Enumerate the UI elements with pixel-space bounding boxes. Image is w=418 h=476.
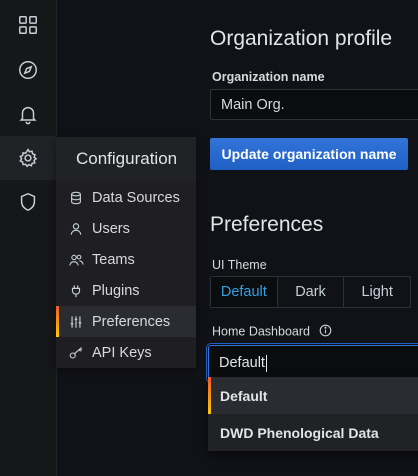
compass-icon bbox=[19, 61, 37, 79]
key-icon bbox=[68, 345, 84, 361]
dashboard-option-default[interactable]: Default bbox=[208, 377, 418, 414]
alerting-button[interactable] bbox=[0, 92, 56, 136]
organization-name-input[interactable]: Main Org. bbox=[210, 89, 418, 120]
home-dashboard-select[interactable]: Default bbox=[208, 345, 418, 381]
shield-icon bbox=[20, 192, 36, 212]
home-dashboard-label-row: Home Dashboard bbox=[212, 324, 332, 340]
menu-item-label: Plugins bbox=[92, 282, 140, 299]
info-icon[interactable] bbox=[319, 324, 332, 340]
organization-name-label: Organization name bbox=[212, 70, 325, 84]
main-content: Organization profile Organization name M… bbox=[197, 0, 418, 476]
server-admin-button[interactable] bbox=[0, 180, 56, 224]
organization-name-value: Main Org. bbox=[221, 96, 285, 113]
user-icon bbox=[68, 221, 84, 237]
ui-theme-label: UI Theme bbox=[212, 258, 267, 272]
dashboard-option-dwd-phenological-data[interactable]: DWD Phenological Data bbox=[208, 414, 418, 451]
app-root: Configuration Data Sources Users Teams P… bbox=[0, 0, 418, 476]
preferences-heading: Preferences bbox=[210, 213, 324, 236]
menu-item-label: Teams bbox=[92, 251, 135, 268]
ui-theme-selector: Default Dark Light bbox=[210, 276, 411, 308]
explore-button[interactable] bbox=[0, 48, 56, 92]
menu-item-label: API Keys bbox=[92, 344, 152, 361]
menu-item-api-keys[interactable]: API Keys bbox=[56, 337, 196, 368]
menu-item-preferences[interactable]: Preferences bbox=[56, 306, 196, 337]
menu-item-data-sources[interactable]: Data Sources bbox=[56, 182, 196, 213]
theme-option-dark[interactable]: Dark bbox=[278, 277, 345, 307]
configuration-flyout-menu: Configuration Data Sources Users Teams P… bbox=[56, 137, 196, 368]
bell-icon bbox=[19, 106, 37, 125]
theme-option-default[interactable]: Default bbox=[211, 277, 278, 307]
menu-item-label: Data Sources bbox=[92, 189, 180, 206]
home-dashboard-input-value: Default bbox=[219, 355, 265, 371]
dashboards-button[interactable] bbox=[0, 3, 56, 47]
menu-item-label: Preferences bbox=[92, 313, 171, 330]
flyout-title[interactable]: Configuration bbox=[56, 137, 196, 181]
menu-item-plugins[interactable]: Plugins bbox=[56, 275, 196, 306]
menu-item-teams[interactable]: Teams bbox=[56, 244, 196, 275]
home-dashboard-options: Default DWD Phenological Data bbox=[208, 377, 418, 451]
page-title: Organization profile bbox=[210, 27, 393, 50]
dashboards-grid-icon bbox=[19, 16, 37, 34]
database-icon bbox=[68, 190, 84, 206]
theme-option-light[interactable]: Light bbox=[344, 277, 410, 307]
side-icon-rail bbox=[0, 0, 57, 476]
sliders-icon bbox=[68, 314, 84, 330]
update-organization-name-button[interactable]: Update organization name bbox=[210, 138, 408, 170]
configuration-button[interactable] bbox=[0, 136, 56, 180]
text-cursor bbox=[265, 354, 267, 372]
gear-icon bbox=[19, 148, 38, 168]
menu-item-label: Users bbox=[92, 220, 130, 237]
home-dashboard-label: Home Dashboard bbox=[212, 324, 310, 339]
menu-item-users[interactable]: Users bbox=[56, 213, 196, 244]
users-icon bbox=[68, 252, 84, 268]
plug-icon bbox=[68, 283, 84, 299]
